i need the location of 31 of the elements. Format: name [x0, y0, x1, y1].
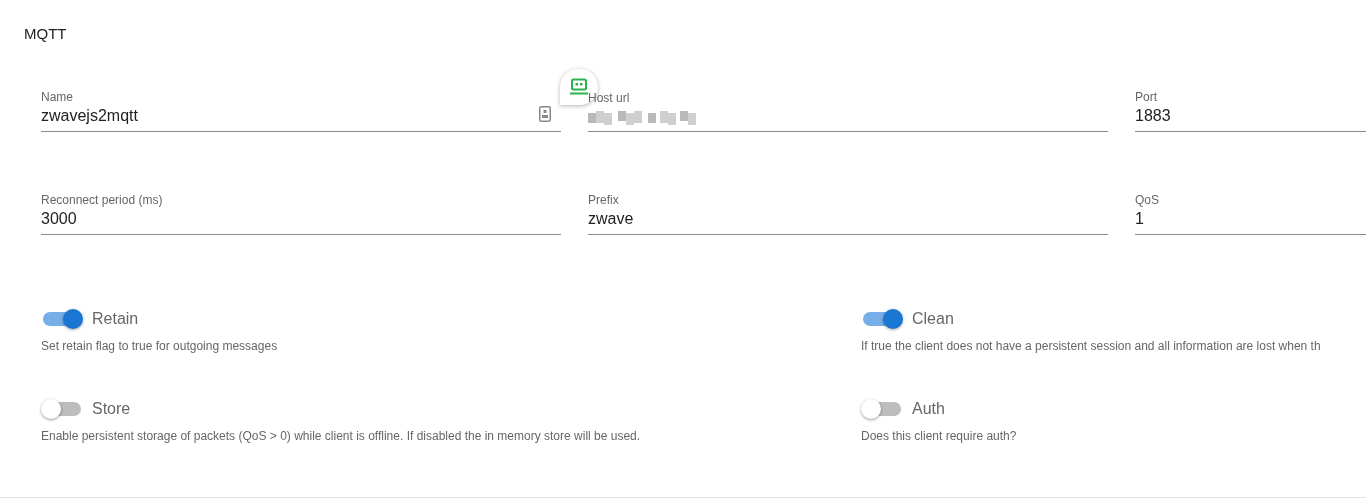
toggle-switch[interactable]: [861, 309, 903, 329]
toggle-switch[interactable]: [41, 399, 83, 419]
text-field[interactable]: Name zwavejs2mqtt: [41, 84, 561, 132]
toggle-switch[interactable]: [41, 309, 83, 329]
switch-label: Store: [92, 399, 131, 419]
field-value: zwave: [588, 209, 634, 229]
contact-card-icon[interactable]: [539, 106, 551, 122]
switch-hint: Does this client require auth?: [861, 428, 1018, 445]
field-label: Prefix: [588, 192, 620, 208]
switch-label: Retain: [92, 309, 139, 329]
text-field[interactable]: Reconnect period (ms) 3000: [41, 187, 561, 235]
field-value: 1: [1135, 209, 1144, 229]
switch-hint: Set retain flag to true for outgoing messages: [41, 338, 279, 355]
switch-label: Clean: [912, 309, 954, 329]
text-field[interactable]: Prefix zwave: [588, 187, 1108, 235]
text-field[interactable]: Port 1883: [1135, 84, 1366, 132]
field-label: Port: [1135, 89, 1158, 105]
field-label: Host url: [588, 90, 631, 106]
field-value: 1883: [1135, 106, 1171, 126]
switch-hint: Enable persistent storage of packets (QoS > 0) while client is offline. If disabled the in memory store will be used.: [41, 428, 642, 445]
field-label: QoS: [1135, 192, 1160, 208]
field-value: zwavejs2mqtt: [41, 106, 138, 126]
switch-label: Auth: [912, 399, 945, 419]
section-title: MQTT: [24, 25, 67, 42]
field-label: Name: [41, 89, 74, 105]
text-field[interactable]: QoS 1: [1135, 187, 1366, 235]
field-value: 3000: [41, 209, 77, 229]
field-label: Reconnect period (ms): [41, 192, 164, 208]
switch-hint: If true the client does not have a persistent session and all information are lost when th: [861, 338, 1322, 355]
text-field[interactable]: Host url: [588, 84, 1108, 132]
toggle-switch[interactable]: [861, 399, 903, 419]
